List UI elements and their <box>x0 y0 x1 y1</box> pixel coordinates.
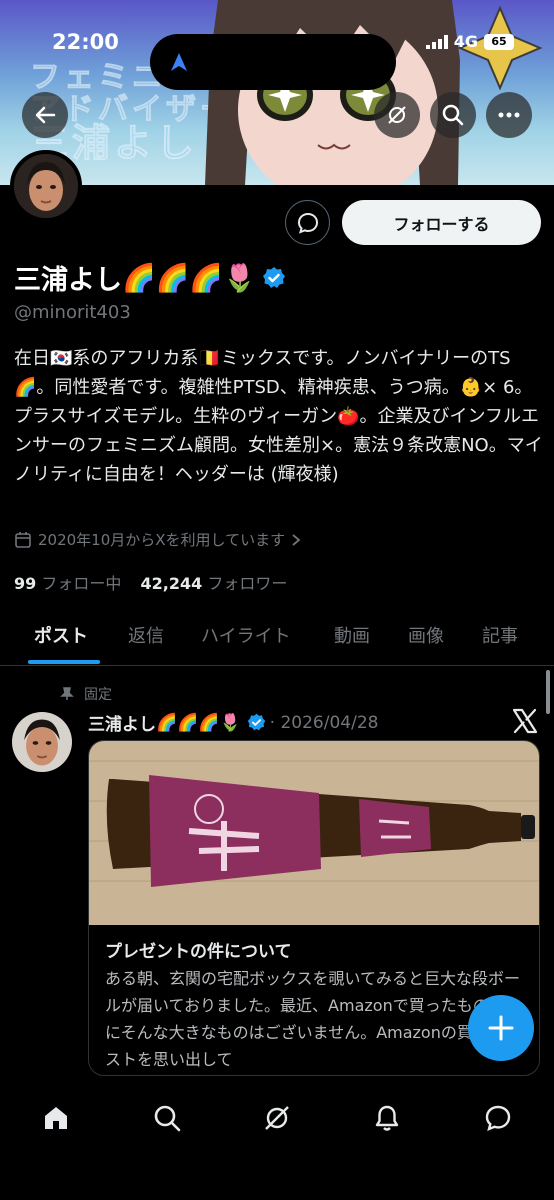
tab-articles[interactable]: 記事 <box>482 622 518 648</box>
nav-notifications[interactable] <box>367 1098 407 1138</box>
signal-icon <box>425 34 448 49</box>
home-icon <box>45 1107 67 1129</box>
tweet-date[interactable]: · 2026/04/28 <box>270 713 379 733</box>
nav-explore[interactable] <box>147 1098 187 1138</box>
grok-icon <box>388 106 406 124</box>
back-arrow-icon <box>35 106 56 124</box>
card-title: プレゼントの件について <box>105 942 292 962</box>
profile-avatar[interactable] <box>10 150 82 222</box>
nav-messages[interactable] <box>478 1098 518 1138</box>
plus-icon <box>488 1015 514 1041</box>
tweet-author-name[interactable]: 三浦よし <box>88 710 156 735</box>
back-button[interactable] <box>22 92 68 138</box>
nav-home[interactable] <box>36 1098 76 1138</box>
avatar-image <box>14 154 78 218</box>
tab-images[interactable]: 画像 <box>408 622 444 648</box>
battery-level: 65 <box>491 35 507 48</box>
tab-replies[interactable]: 返信 <box>128 622 164 648</box>
follow-counts: 99 フォロー中 42,244 フォロワー <box>14 570 287 594</box>
follow-button[interactable]: フォローする <box>342 200 541 245</box>
x-logo-icon[interactable] <box>512 708 538 734</box>
search-icon <box>442 104 464 126</box>
verified-badge-icon[interactable] <box>262 266 286 290</box>
followers-label: フォロワー <box>207 574 288 593</box>
pinned-indicator: 固定 <box>60 684 112 704</box>
explore-icon <box>154 1105 181 1132</box>
verified-badge-icon <box>247 713 265 731</box>
profile-name-emoji: 🌈🌈🌈🌷 <box>122 262 257 294</box>
bell-icon <box>375 1105 399 1131</box>
profile-tabs: ポスト 返信 ハイライト 動画 画像 記事 <box>0 610 554 666</box>
bottom-navigation <box>0 1080 554 1200</box>
search-button[interactable] <box>430 92 476 138</box>
tweet-author-emoji: 🌈🌈🌈🌷 <box>156 712 241 733</box>
compose-button[interactable] <box>468 995 534 1061</box>
chevron-right-icon[interactable] <box>291 533 301 547</box>
calendar-icon <box>15 531 31 548</box>
nav-grok[interactable] <box>257 1098 297 1138</box>
card-image <box>89 741 539 925</box>
pin-icon <box>60 687 74 700</box>
navigation-arrow-icon <box>171 53 187 71</box>
avatar-image <box>12 712 72 772</box>
grok-button[interactable] <box>374 92 420 138</box>
tab-highlights[interactable]: ハイライト <box>201 622 291 648</box>
tab-videos[interactable]: 動画 <box>334 622 370 648</box>
tweet-author-avatar[interactable] <box>12 712 72 772</box>
following-count: 99 <box>14 574 37 593</box>
profile-name: 三浦よし 🌈🌈🌈🌷 <box>14 258 286 297</box>
more-icon <box>498 112 520 118</box>
message-icon <box>297 212 318 234</box>
following-link[interactable]: 99 フォロー中 <box>14 574 121 593</box>
tab-posts[interactable]: ポスト <box>34 622 88 648</box>
message-button[interactable] <box>285 200 330 245</box>
joined-date: 2020年10月からXを利用しています <box>14 529 301 550</box>
card-description: ある朝、玄関の宅配ボックスを覗いてみると巨大な段ボールが届いておりました。最近、… <box>105 969 521 1069</box>
pinned-label: 固定 <box>84 687 112 703</box>
followers-link[interactable]: 42,244 フォロワー <box>140 574 287 593</box>
scrollbar[interactable] <box>546 670 550 714</box>
profile-bio: 在日🇰🇷系のアフリカ系🇧🇪ミックスです。ノンバイナリーのTS🌈。同性愛者です。複… <box>14 348 543 485</box>
profile-display-name: 三浦よし <box>14 265 122 296</box>
followers-count: 42,244 <box>140 574 203 593</box>
messages-nav-icon <box>485 1105 511 1132</box>
dynamic-island <box>150 34 396 90</box>
status-bar: 22:00 4G 65 <box>0 22 554 90</box>
following-label: フォロー中 <box>41 574 122 593</box>
status-time: 22:00 <box>52 30 119 54</box>
joined-text: 2020年10月からXを利用しています <box>38 531 286 549</box>
grok-nav-icon <box>265 1106 289 1130</box>
more-button[interactable] <box>486 92 532 138</box>
status-indicators: 4G 65 <box>425 32 514 51</box>
tweet-header: 三浦よし 🌈🌈🌈🌷 · 2026/04/28 <box>88 710 379 736</box>
active-tab-indicator <box>28 660 100 664</box>
profile-handle: @minorit403 <box>14 302 131 323</box>
battery-icon: 65 <box>484 33 514 50</box>
network-label: 4G <box>453 32 478 51</box>
